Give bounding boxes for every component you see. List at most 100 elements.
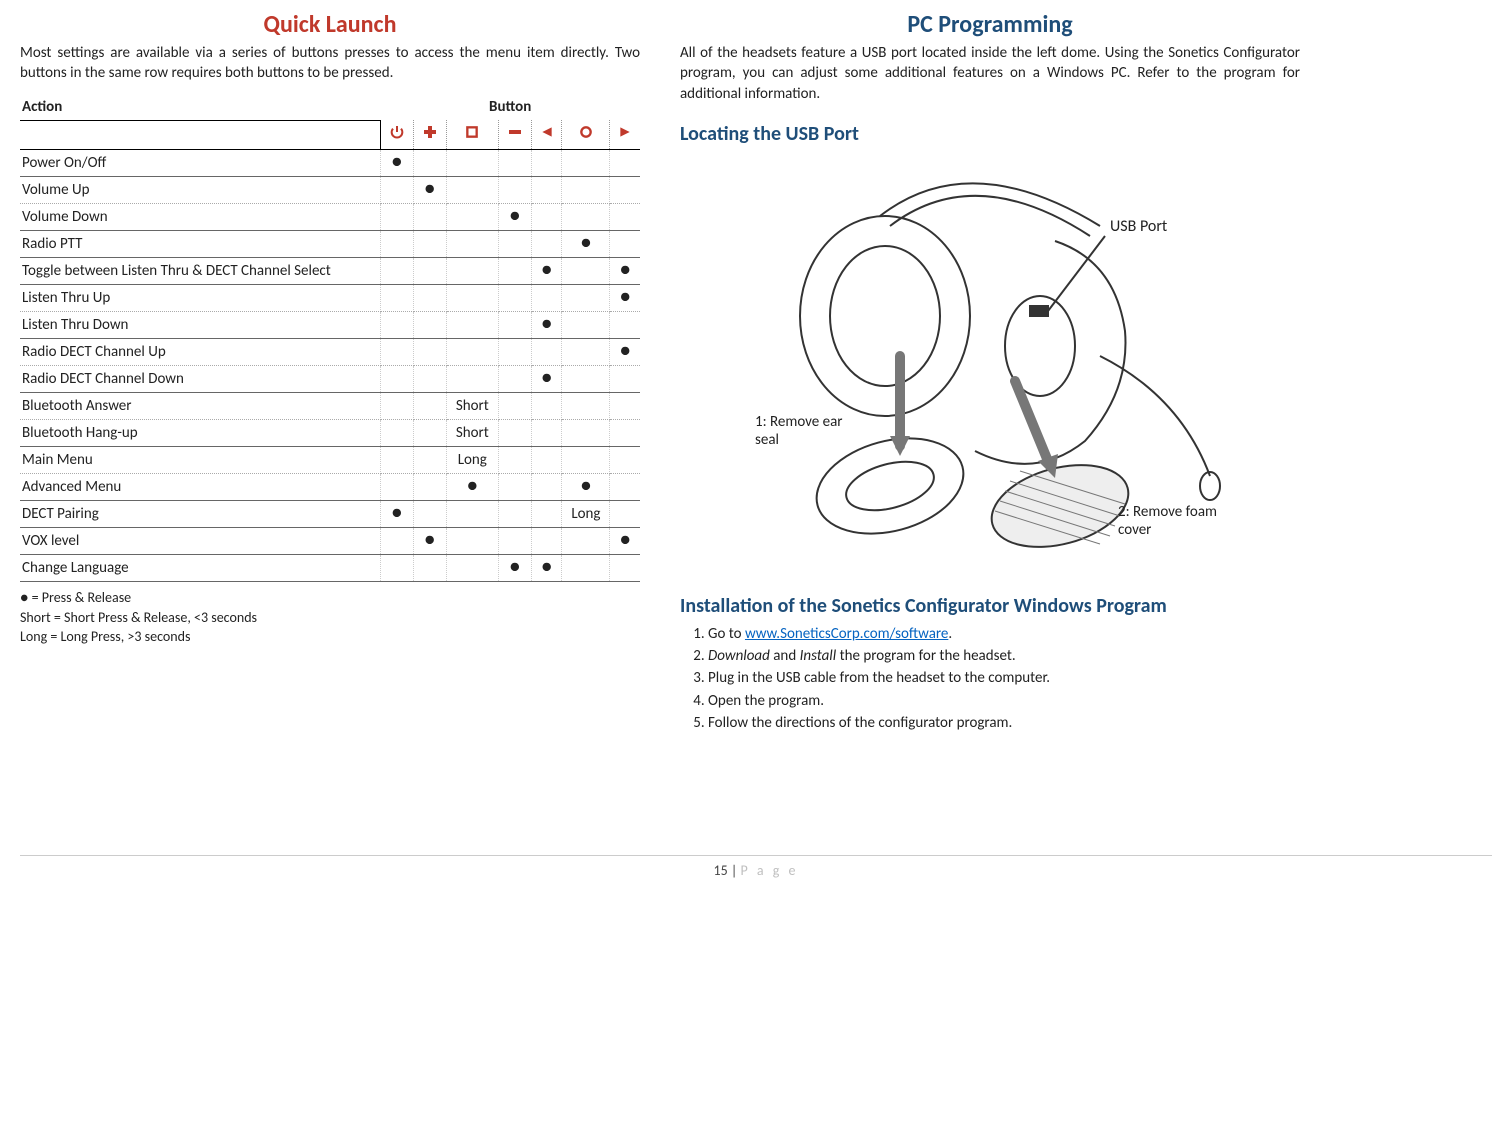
button-cell <box>446 150 498 177</box>
button-cell <box>498 447 531 474</box>
button-cell <box>380 285 413 312</box>
button-cell <box>413 501 446 528</box>
button-table: Action Button <box>20 94 640 583</box>
action-cell: Advanced Menu <box>20 474 380 501</box>
button-cell <box>562 204 610 231</box>
button-cell <box>380 177 413 204</box>
step-3: Plug in the USB cable from the headset t… <box>708 668 1300 688</box>
button-cell <box>531 528 562 555</box>
minus-icon <box>498 120 531 150</box>
button-cell <box>610 393 640 420</box>
table-row: Volume Up● <box>20 177 640 204</box>
table-row: Volume Down● <box>20 204 640 231</box>
button-cell <box>380 258 413 285</box>
button-cell <box>531 447 562 474</box>
step-5: Follow the directions of the configurato… <box>708 713 1300 733</box>
button-cell <box>562 150 610 177</box>
button-cell <box>562 366 610 393</box>
button-cell <box>380 339 413 366</box>
table-row: Change Language●● <box>20 555 640 582</box>
th-action: Action <box>20 94 380 121</box>
button-cell <box>413 150 446 177</box>
button-cell <box>562 393 610 420</box>
button-cell <box>610 420 640 447</box>
plus-icon <box>413 120 446 150</box>
button-cell <box>562 447 610 474</box>
button-cell: ● <box>610 258 640 285</box>
pc-programming-title: PC Programming <box>680 10 1300 39</box>
button-cell <box>446 285 498 312</box>
locating-usb-heading: Locating the USB Port <box>680 122 1300 146</box>
button-cell <box>610 501 640 528</box>
button-cell <box>562 312 610 339</box>
right-icon <box>610 120 640 150</box>
step-2: Download and Install the program for the… <box>708 646 1300 666</box>
button-cell: ● <box>531 366 562 393</box>
action-cell: VOX level <box>20 528 380 555</box>
button-cell <box>413 366 446 393</box>
button-cell <box>562 258 610 285</box>
button-cell <box>498 285 531 312</box>
button-cell <box>380 555 413 582</box>
button-cell <box>531 177 562 204</box>
button-cell <box>413 420 446 447</box>
button-cell <box>498 474 531 501</box>
legend-line-3: Long = Long Press, >3 seconds <box>20 627 640 647</box>
button-cell: ● <box>498 555 531 582</box>
button-cell: ● <box>562 474 610 501</box>
step-4: Open the program. <box>708 691 1300 711</box>
install-heading: Installation of the Sonetics Configurato… <box>680 594 1300 618</box>
button-cell <box>610 447 640 474</box>
button-cell <box>531 474 562 501</box>
button-cell <box>413 339 446 366</box>
page-number: 15 <box>714 862 728 879</box>
software-link[interactable]: www.SoneticsCorp.com/software <box>745 625 948 643</box>
action-cell: Toggle between Listen Thru & DECT Channe… <box>20 258 380 285</box>
button-cell <box>380 528 413 555</box>
action-cell: Listen Thru Down <box>20 312 380 339</box>
button-cell <box>446 555 498 582</box>
legend-line-1: ● = Press & Release <box>20 588 640 608</box>
button-cell <box>562 285 610 312</box>
action-cell: Radio DECT Channel Up <box>20 339 380 366</box>
usb-port-label: USB Port <box>1110 217 1168 236</box>
button-cell <box>413 312 446 339</box>
button-cell: ● <box>413 177 446 204</box>
button-cell <box>413 393 446 420</box>
button-cell: Long <box>562 501 610 528</box>
step-1: Go to www.SoneticsCorp.com/software. <box>708 624 1300 644</box>
button-cell <box>498 366 531 393</box>
th-button: Button <box>380 94 640 121</box>
table-row: VOX level●● <box>20 528 640 555</box>
button-cell <box>562 339 610 366</box>
quick-launch-title: Quick Launch <box>20 10 640 39</box>
button-cell <box>446 204 498 231</box>
button-cell <box>498 393 531 420</box>
button-cell <box>531 501 562 528</box>
button-cell <box>531 339 562 366</box>
button-cell: Short <box>446 393 498 420</box>
legend-line-2: Short = Short Press & Release, <3 second… <box>20 608 640 628</box>
table-row: Bluetooth AnswerShort <box>20 393 640 420</box>
button-cell <box>446 312 498 339</box>
button-cell <box>562 420 610 447</box>
table-row: Radio DECT Channel Up● <box>20 339 640 366</box>
button-cell: ● <box>380 150 413 177</box>
table-row: Toggle between Listen Thru & DECT Channe… <box>20 258 640 285</box>
button-cell <box>413 204 446 231</box>
button-cell: Long <box>446 447 498 474</box>
remove-foam-label: 2: Remove foam cover <box>1118 503 1220 539</box>
button-cell <box>531 150 562 177</box>
button-cell <box>413 231 446 258</box>
icon-row <box>20 120 640 150</box>
square-icon <box>446 120 498 150</box>
table-row: Bluetooth Hang-upShort <box>20 420 640 447</box>
action-cell: Bluetooth Hang-up <box>20 420 380 447</box>
button-cell <box>446 366 498 393</box>
button-cell <box>498 420 531 447</box>
button-cell <box>562 528 610 555</box>
button-cell <box>531 204 562 231</box>
button-cell <box>380 420 413 447</box>
button-cell <box>610 366 640 393</box>
button-cell <box>498 339 531 366</box>
